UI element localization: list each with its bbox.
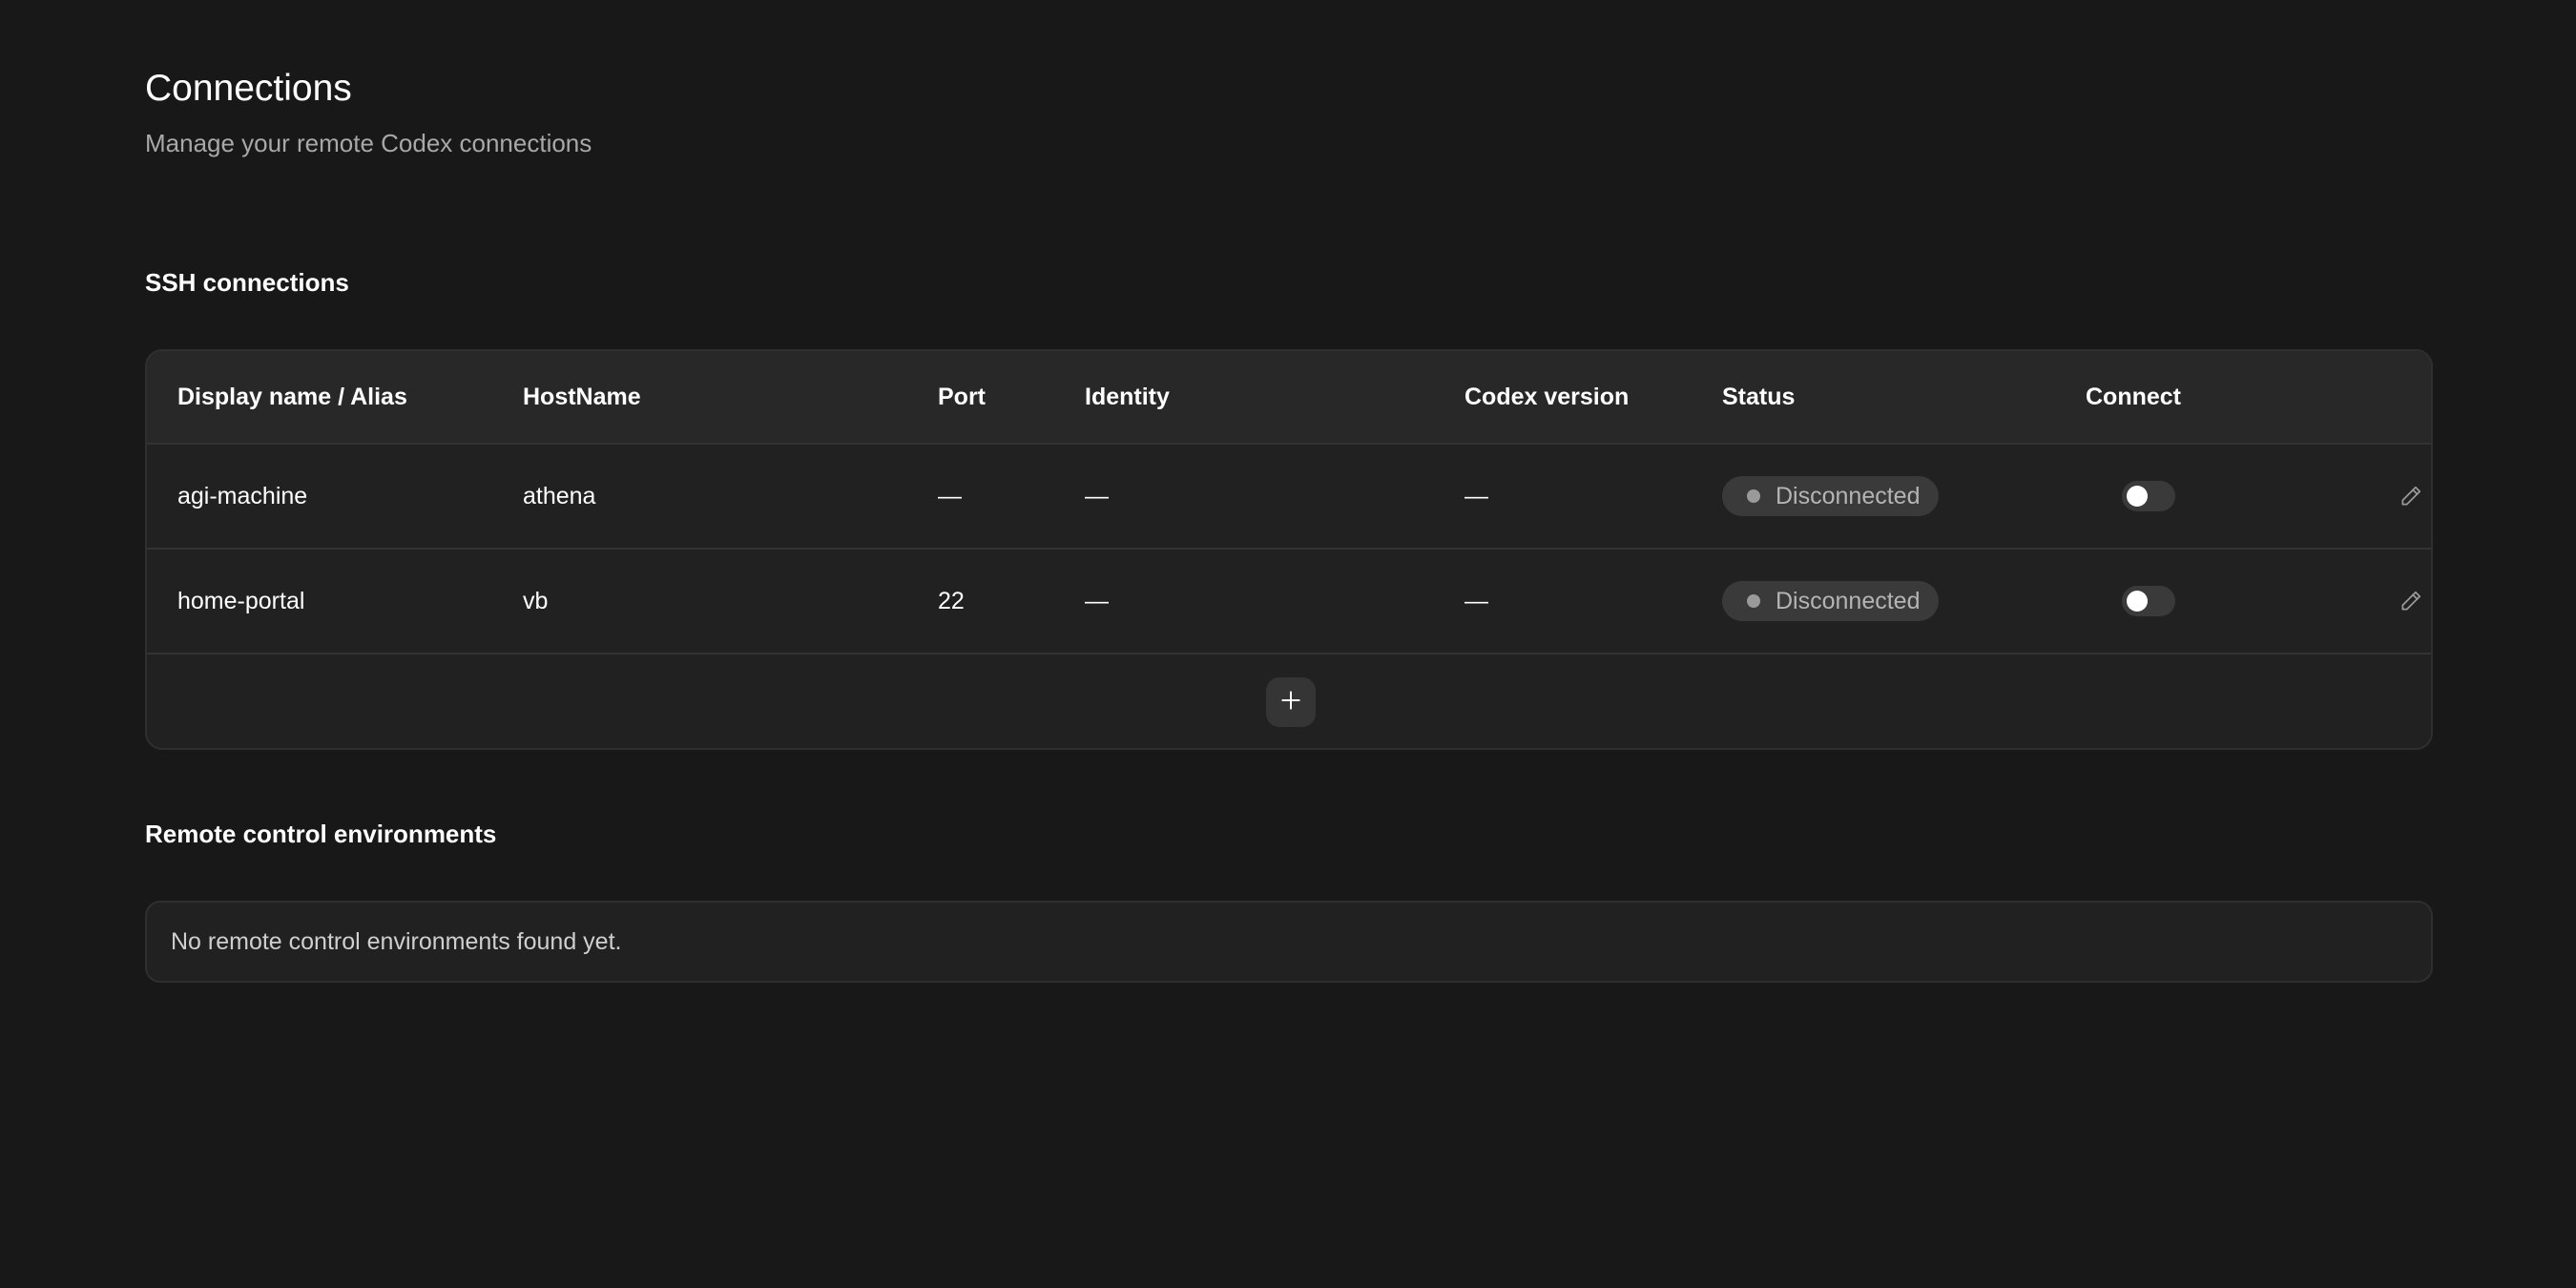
toggle-knob (2127, 486, 2148, 507)
table-footer (147, 654, 2431, 748)
ssh-section-title: SSH connections (145, 268, 349, 297)
connect-toggle[interactable] (2122, 586, 2175, 616)
connection-identity: — (1085, 482, 1109, 509)
status-badge: Disconnected (1722, 476, 1940, 516)
connection-codex-version: — (1465, 587, 1488, 614)
page-title: Connections (145, 68, 352, 109)
column-header-status: Status (1722, 383, 1796, 410)
plus-icon (1278, 688, 1303, 717)
status-label: Disconnected (1776, 482, 1921, 509)
status-badge: Disconnected (1722, 581, 1940, 621)
connection-name: agi-machine (177, 482, 308, 509)
connection-name: home-portal (177, 587, 305, 614)
remote-section-title: Remote control environments (145, 820, 497, 848)
column-header-host: HostName (523, 383, 641, 410)
connection-identity: — (1085, 587, 1109, 614)
connect-cell (2122, 550, 2175, 653)
connect-toggle[interactable] (2122, 481, 2175, 511)
pencil-icon (2395, 480, 2427, 512)
column-header-port: Port (938, 383, 986, 410)
toggle-knob (2127, 591, 2148, 612)
edit-button[interactable] (2395, 445, 2427, 548)
connections-page: Connections Manage your remote Codex con… (0, 0, 2576, 1288)
connection-codex-version: — (1465, 482, 1488, 509)
status-dot (1747, 594, 1760, 608)
pencil-icon (2395, 585, 2427, 617)
status-cell: Disconnected (1722, 445, 1940, 548)
remote-environments-card: No remote control environments found yet… (145, 901, 2433, 983)
ssh-connections-table: Display name / Alias HostName Port Ident… (145, 349, 2433, 750)
connection-host: athena (523, 482, 596, 509)
column-header-identity: Identity (1085, 383, 1170, 410)
status-label: Disconnected (1776, 587, 1921, 614)
connection-port: — (938, 482, 962, 509)
column-header-codex-version: Codex version (1465, 383, 1630, 410)
empty-state-message: No remote control environments found yet… (171, 927, 622, 955)
page-subtitle: Manage your remote Codex connections (145, 129, 592, 157)
status-cell: Disconnected (1722, 550, 1940, 653)
table-row: home-portal vb 22 — — Disconnected (147, 550, 2431, 654)
connection-port: 22 (938, 587, 965, 614)
connection-host: vb (523, 587, 549, 614)
table-row: agi-machine athena — — — Disconnected (147, 445, 2431, 550)
add-connection-button[interactable] (1266, 677, 1316, 727)
table-header: Display name / Alias HostName Port Ident… (147, 351, 2431, 445)
column-header-connect: Connect (2086, 383, 2181, 410)
column-header-name: Display name / Alias (177, 383, 407, 410)
edit-button[interactable] (2395, 550, 2427, 653)
status-dot (1747, 489, 1760, 503)
connect-cell (2122, 445, 2175, 548)
